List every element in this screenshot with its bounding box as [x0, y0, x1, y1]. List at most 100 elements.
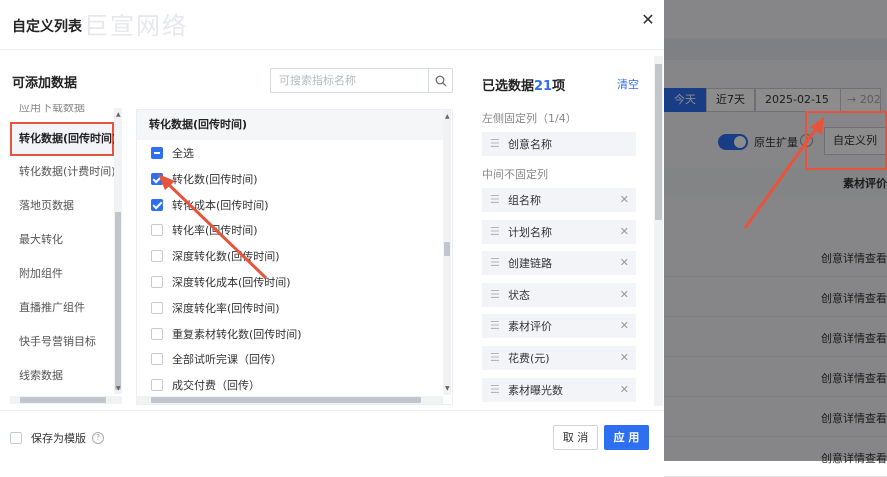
selected-column-label: 创意名称	[508, 138, 552, 151]
metric-checkbox[interactable]	[151, 379, 163, 392]
creative-detail-link[interactable]: 创意详情查看	[821, 250, 887, 266]
selected-column-label: 素材评价	[508, 320, 552, 334]
date-start-field[interactable]: 2025-02-15	[755, 88, 841, 112]
date-end-field[interactable]: → 202	[841, 88, 881, 112]
drag-handle-icon[interactable]: ☰	[490, 225, 502, 238]
metric-option[interactable]: 深度转化数(回传时间)	[151, 246, 280, 266]
save-as-template[interactable]: 保存为模版 ?	[10, 430, 104, 446]
metric-panel-header: 转化数据(回传时间)	[137, 110, 443, 140]
drag-handle-icon[interactable]: ☰	[490, 257, 502, 269]
remove-icon[interactable]: ✕	[620, 383, 629, 396]
remove-icon[interactable]: ✕	[620, 288, 629, 301]
metric-option[interactable]: 转化数(回传时间)	[151, 169, 258, 189]
selected-title-prefix: 已选数据	[482, 79, 535, 94]
selected-column-label: 组名称	[508, 194, 541, 207]
free-column-item[interactable]: ☰ 组名称 ✕	[482, 188, 636, 212]
metric-checkbox[interactable]	[151, 353, 163, 366]
date-end-value: 202	[859, 93, 881, 106]
creative-detail-link[interactable]: 创意详情查看	[821, 290, 887, 306]
selected-column-label: 花费(元)	[508, 352, 550, 365]
save-template-checkbox[interactable]	[10, 432, 22, 444]
metric-vscrollbar[interactable]	[443, 110, 451, 395]
drag-handle-icon[interactable]: ☰	[490, 352, 502, 364]
category-item[interactable]: 落地页数据	[10, 189, 114, 223]
metric-checkbox[interactable]	[151, 198, 163, 211]
help-icon[interactable]: ?	[92, 432, 104, 444]
table-row: 创意详情查看	[664, 277, 887, 317]
remove-icon[interactable]: ✕	[620, 225, 629, 238]
table-row: 创意详情查看	[664, 437, 887, 477]
selected-column-label: 状态	[508, 288, 530, 302]
free-column-item[interactable]: ☰ 创建链路 ✕	[482, 251, 636, 276]
date-range-bar: 今天 近7天 2025-02-15 → 202	[664, 87, 881, 113]
drag-handle-icon[interactable]: ☰	[490, 320, 502, 332]
close-icon[interactable]: ✕	[638, 10, 658, 30]
free-column-item[interactable]: ☰ 素材曝光数 ✕	[482, 377, 636, 402]
metric-search-input[interactable]	[271, 69, 429, 92]
metric-checkbox[interactable]	[151, 172, 163, 185]
metric-option[interactable]: 转化率(回传时间)	[151, 220, 258, 240]
category-item[interactable]: 直播推广组件	[10, 291, 114, 325]
drag-handle-icon[interactable]: ☰	[490, 288, 502, 301]
metric-checkbox[interactable]	[151, 327, 163, 340]
metric-checkbox[interactable]	[151, 276, 163, 288]
drag-handle-icon[interactable]: ☰	[490, 383, 502, 396]
remove-icon[interactable]: ✕	[620, 319, 629, 332]
selected-vscrollbar[interactable]	[654, 56, 663, 406]
metric-option[interactable]: 深度转化成本(回传时间)	[151, 272, 291, 292]
metric-option[interactable]: 深度转化率(回传时间)	[151, 298, 280, 318]
creative-detail-link[interactable]: 创意详情查看	[821, 330, 887, 346]
creative-detail-link[interactable]: 创意详情查看	[821, 370, 887, 386]
cancel-button[interactable]: 取 消	[553, 425, 598, 450]
metric-hscrollbar[interactable]	[137, 396, 443, 404]
category-item[interactable]: 线索数据	[10, 359, 114, 393]
free-columns-label: 中间不固定列	[482, 168, 548, 181]
selected-count: 21	[534, 79, 553, 94]
remove-icon[interactable]: ✕	[620, 256, 629, 269]
category-item[interactable]: 快手号营销目标	[10, 325, 114, 359]
metric-checkbox[interactable]	[151, 224, 163, 237]
metric-label: 重复素材转化数(回传时间)	[172, 327, 302, 341]
metric-checkbox[interactable]	[151, 147, 163, 159]
metric-option[interactable]: 成交付费（回传）	[151, 375, 260, 395]
category-vscrollbar[interactable]	[114, 108, 122, 394]
creative-detail-link[interactable]: 创意详情查看	[821, 450, 887, 466]
category-item[interactable]: 转化数据(回传时间)	[10, 122, 117, 156]
date-tab-today[interactable]: 今天	[664, 88, 706, 112]
metric-panel: 转化数据(回传时间) 全选转化数(回传时间) 转化成本(回传时间) 转化率(回传时间…	[136, 109, 453, 405]
metric-checkbox[interactable]	[151, 301, 163, 314]
native-expand-toggle[interactable]	[718, 134, 748, 150]
metric-option[interactable]: 重复素材转化数(回传时间)	[151, 324, 302, 344]
category-item[interactable]: 转化数据(计费时间)	[10, 155, 116, 189]
table-header: 素材评价	[664, 168, 887, 196]
metric-option[interactable]: 全选	[151, 143, 194, 163]
remove-icon[interactable]: ✕	[620, 351, 629, 364]
custom-column-button[interactable]: 自定义列	[824, 127, 886, 155]
date-tab-7days[interactable]: 近7天	[706, 88, 755, 112]
help-icon[interactable]: ?	[800, 134, 813, 147]
dialog-title: 自定义列表	[12, 19, 82, 35]
apply-button[interactable]: 应 用	[604, 425, 649, 450]
free-column-item[interactable]: ☰ 素材评价 ✕	[482, 314, 636, 339]
metric-checkbox[interactable]	[151, 250, 163, 263]
fixed-column-item[interactable]: ☰ 创意名称	[482, 132, 636, 156]
metric-option[interactable]: 转化成本(回传时间)	[151, 195, 269, 215]
drag-handle-icon[interactable]: ☰	[490, 138, 502, 150]
native-expand-label: 原生扩量	[754, 136, 798, 149]
metric-label: 深度转化成本(回传时间)	[172, 276, 291, 289]
free-column-item[interactable]: ☰ 状态 ✕	[482, 282, 636, 307]
category-item[interactable]: 最大转化	[10, 223, 114, 257]
clear-button[interactable]: 清空	[617, 76, 639, 92]
dialog-footer: 保存为模版 ? 取 消 应 用	[0, 410, 664, 461]
creative-detail-link[interactable]: 创意详情查看	[821, 410, 887, 426]
metric-label: 深度转化率(回传时间)	[172, 301, 280, 315]
search-icon[interactable]	[428, 69, 452, 92]
category-item[interactable]: 附加组件	[10, 257, 114, 291]
free-column-item[interactable]: ☰ 计划名称 ✕	[482, 219, 636, 244]
drag-handle-icon[interactable]: ☰	[490, 194, 502, 206]
metric-option[interactable]: 全部试听完课（回传）	[151, 349, 282, 369]
category-hscrollbar[interactable]	[10, 396, 122, 404]
selected-column-label: 计划名称	[508, 225, 552, 239]
free-column-item[interactable]: ☰ 花费(元) ✕	[482, 346, 636, 370]
remove-icon[interactable]: ✕	[620, 193, 629, 206]
